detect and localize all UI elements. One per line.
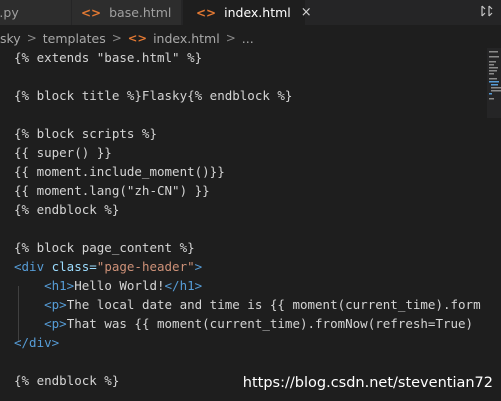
breadcrumb-item-project[interactable]: sky	[0, 31, 21, 46]
close-tab-icon[interactable]: ×	[301, 5, 312, 20]
code-editor[interactable]: {% extends "base.html" %} {% block title…	[14, 48, 494, 401]
breadcrumb: sky > templates > <> index.html > ...	[0, 27, 501, 49]
watermark-url: https://blog.csdn.net/steventian72	[242, 375, 493, 391]
code-line: {% block scripts %}	[14, 126, 157, 141]
code-line: {{ moment.include_moment()}}	[14, 164, 225, 179]
tab-label: base.html	[109, 5, 172, 20]
html-attribute: class=	[44, 259, 97, 274]
html-tag: <div	[14, 259, 45, 274]
tab-python-file[interactable]: o.py	[0, 0, 72, 25]
attribute-value: "page-header"	[96, 259, 195, 274]
code-line: {% block title %}Flasky{% endblock %}	[14, 88, 293, 103]
html-tag: </div>	[14, 335, 60, 350]
code-line: <h1>Hello World!</h1>	[14, 276, 494, 295]
code-line: {% extends "base.html" %}	[14, 50, 203, 65]
html-tag: <p>	[44, 316, 67, 331]
html-file-icon: <>	[127, 31, 148, 45]
tab-base-html[interactable]: <> base.html	[72, 0, 182, 25]
breadcrumb-item-file[interactable]: index.html	[153, 31, 220, 46]
chevron-right-icon: >	[111, 31, 122, 45]
editor-tab-bar: o.py <> base.html <> index.html ×	[0, 0, 501, 25]
html-tag: <h1>	[44, 278, 75, 293]
html-tag: </h1>	[164, 278, 203, 293]
text-content: That was {{ moment(current_time).fromNow…	[66, 316, 474, 331]
html-file-icon: <>	[196, 5, 217, 20]
text-content: The local date and time is {{ moment(cur…	[66, 297, 481, 312]
chevron-right-icon: >	[26, 31, 37, 45]
code-line: <p>The local date and time is {{ moment(…	[14, 295, 494, 314]
breadcrumb-item-symbols[interactable]: ...	[242, 31, 254, 46]
code-line: {{ super() }}	[14, 145, 112, 160]
chevron-right-icon: >	[225, 31, 236, 45]
html-tag: <p>	[44, 297, 67, 312]
code-line: <p>That was {{ moment(current_time).from…	[14, 314, 494, 333]
code-line: {% endblock %}	[14, 202, 120, 217]
tab-label: index.html	[224, 5, 291, 20]
breadcrumb-item-templates[interactable]: templates	[43, 31, 106, 46]
html-tag: >	[194, 259, 203, 274]
code-line: <div class="page-header">	[14, 257, 494, 276]
html-file-icon: <>	[81, 5, 102, 20]
minimap[interactable]	[487, 48, 501, 118]
code-line: </div>	[14, 333, 494, 352]
text-content: Hello World!	[74, 278, 165, 293]
code-line: {{ moment.lang("zh-CN") }}	[14, 183, 210, 198]
tab-index-html[interactable]: <> index.html ×	[183, 0, 312, 25]
tab-label: o.py	[0, 5, 19, 20]
code-line: {% block page_content %}	[14, 240, 195, 255]
split-editor-icon[interactable]	[479, 4, 493, 18]
